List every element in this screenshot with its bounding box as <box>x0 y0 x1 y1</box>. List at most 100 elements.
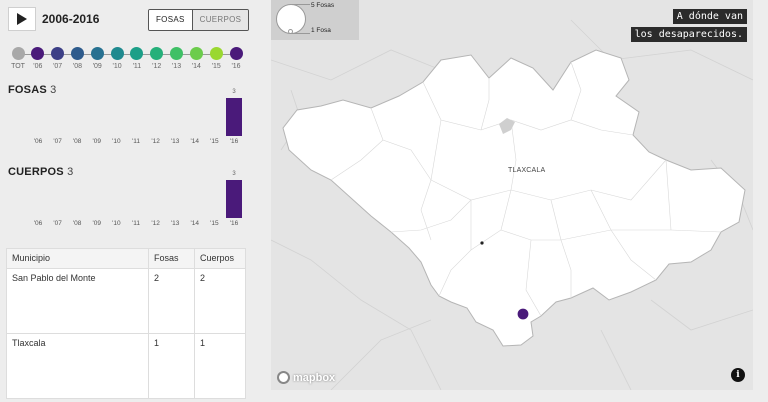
timeline-dot[interactable] <box>150 47 164 60</box>
timeline-year-5[interactable]: '10 <box>107 47 127 70</box>
tick-label: '11 <box>132 138 140 145</box>
tick-label: '15 <box>210 138 219 145</box>
timeline-dot[interactable] <box>110 47 124 60</box>
year-range-label: 2006-2016 <box>42 12 100 26</box>
tick-label: '14 <box>190 220 200 227</box>
tick-label: '10 <box>112 138 121 145</box>
cell-fosas: 1 <box>148 333 195 399</box>
timeline-label: '15 <box>211 63 221 70</box>
metric-toggle[interactable]: FOSAS CUERPOS <box>148 9 250 31</box>
cuerpos-bar-chart: '06 '07 '08 '09 '10 '11 '12 '13 '14 '15 3 '16 <box>28 170 248 232</box>
timeline-label: '07 <box>53 63 63 70</box>
cell-fosas: 2 <box>148 268 195 334</box>
tick-label: '15 <box>210 220 219 227</box>
cell-municipio: San Pablo del Monte <box>6 268 149 334</box>
tick-label: '08 <box>72 220 82 227</box>
timeline-dot[interactable] <box>209 47 223 60</box>
tick-label: '07 <box>53 220 62 227</box>
timeline-dot[interactable] <box>189 47 203 60</box>
year-timeline: TOT '06 '07 '08 '09 '10 '11 '12 '13 '14 '15 '16 <box>8 47 248 73</box>
timeline-label: '13 <box>171 63 182 70</box>
capital-marker <box>480 241 484 245</box>
timeline-label: '08 <box>72 63 83 70</box>
banner-line-1: A dónde van <box>672 9 747 24</box>
timeline-label: '09 <box>92 63 102 70</box>
cell-municipio: Tlaxcala <box>6 333 149 399</box>
tick-label: '09 <box>92 138 102 145</box>
timeline-year-1[interactable]: '06 <box>28 47 48 70</box>
tick-label: '11 <box>132 220 140 227</box>
mapbox-text: mapbox <box>293 371 336 384</box>
tick-label: '06 <box>33 220 43 227</box>
timeline-label: '06 <box>33 63 43 70</box>
tick-label: '06 <box>33 138 43 145</box>
timeline-label: '14 <box>191 63 201 70</box>
tick-label: '16 <box>229 220 239 227</box>
timeline-dot[interactable] <box>229 47 243 60</box>
fosa-marker-san-pablo[interactable] <box>516 307 530 321</box>
size-legend: 5 Fosas 1 Fosa <box>271 0 359 40</box>
tick-label: '08 <box>72 138 82 145</box>
timeline-year-11[interactable]: '16 <box>226 47 246 70</box>
tick-label: '13 <box>170 220 180 227</box>
timeline-year-7[interactable]: '12 <box>147 47 167 70</box>
tlaxcala-state-shape[interactable] <box>282 49 746 347</box>
title-banner: A dónde van los desaparecidos. <box>630 6 747 42</box>
fosas-bar-chart: '06 '07 '08 '09 '10 '11 '12 '13 '14 '15 3 '16 <box>28 88 248 150</box>
tlaxcala-map[interactable] <box>271 0 753 390</box>
timeline-dot[interactable] <box>51 47 65 60</box>
bar-data-label: 3 <box>232 171 236 177</box>
timeline-year-3[interactable]: '08 <box>67 47 87 70</box>
control-panel: 2006-2016 FOSAS CUERPOS TOT '06'07'08'09 '… <box>0 0 256 402</box>
mapbox-logo[interactable]: mapbox <box>277 371 335 384</box>
timeline-dot[interactable] <box>130 47 144 60</box>
app-root: 2006-2016 FOSAS CUERPOS TOT '06'07'08'09 '… <box>0 0 768 402</box>
bar-data-label: 3 <box>232 89 236 95</box>
timeline-year-0[interactable]: TOT <box>8 47 28 70</box>
legend-big-label: 5 Fosas <box>311 2 335 9</box>
legend-line <box>292 33 310 34</box>
toggle-cuerpos[interactable]: CUERPOS <box>192 10 249 30</box>
play-button[interactable] <box>8 7 36 31</box>
timeline-label: '10 <box>112 63 122 70</box>
header-municipio[interactable]: Municipio <box>6 248 149 269</box>
timeline-year-10[interactable]: '15 <box>206 47 226 70</box>
timeline-dot[interactable] <box>90 47 104 60</box>
tick-label: '14 <box>190 138 200 145</box>
municipio-table: Municipio Fosas Cuerpos San Pablo del Mo… <box>6 248 246 399</box>
bar[interactable] <box>226 180 242 218</box>
mapbox-icon <box>277 371 290 384</box>
table-header-row: Municipio Fosas Cuerpos <box>6 248 246 269</box>
timeline-label: '12 <box>152 63 162 70</box>
tick-label: '12 <box>151 138 160 145</box>
timeline-year-8[interactable]: '13 <box>167 47 187 70</box>
table-row[interactable]: San Pablo del Monte 2 2 <box>6 268 246 334</box>
header-fosas[interactable]: Fosas <box>148 248 195 269</box>
toggle-fosas[interactable]: FOSAS <box>149 10 193 30</box>
timeline-year-4[interactable]: '09 <box>87 47 107 70</box>
timeline-year-9[interactable]: '14 <box>186 47 206 70</box>
cell-cuerpos: 2 <box>194 268 246 334</box>
play-icon <box>17 13 27 25</box>
timeline-dot[interactable] <box>170 47 184 60</box>
timeline-year-2[interactable]: '07 <box>48 47 68 70</box>
legend-small-label: 1 Fosa <box>311 27 331 34</box>
tick-label: '09 <box>92 220 102 227</box>
timeline-year-6[interactable]: '11 <box>127 47 147 70</box>
tick-label: '07 <box>53 138 62 145</box>
tick-label: '10 <box>112 220 121 227</box>
legend-line <box>292 4 310 5</box>
timeline-dot[interactable] <box>70 47 84 60</box>
table-row[interactable]: Tlaxcala 1 1 <box>6 333 246 399</box>
tick-label: '12 <box>151 220 160 227</box>
info-button[interactable]: i <box>731 368 745 382</box>
timeline-dot[interactable] <box>11 47 25 60</box>
tick-label: '16 <box>229 138 239 145</box>
header-cuerpos[interactable]: Cuerpos <box>194 248 246 269</box>
timeline-label: '11 <box>132 63 142 70</box>
timeline-dot[interactable] <box>31 47 45 60</box>
bar[interactable] <box>226 98 242 136</box>
map-view[interactable]: TLAXCALA 5 Fosas 1 Fosa A dónde van los … <box>271 0 753 390</box>
banner-line-2: los desaparecidos. <box>630 27 747 42</box>
state-label: TLAXCALA <box>508 167 546 174</box>
